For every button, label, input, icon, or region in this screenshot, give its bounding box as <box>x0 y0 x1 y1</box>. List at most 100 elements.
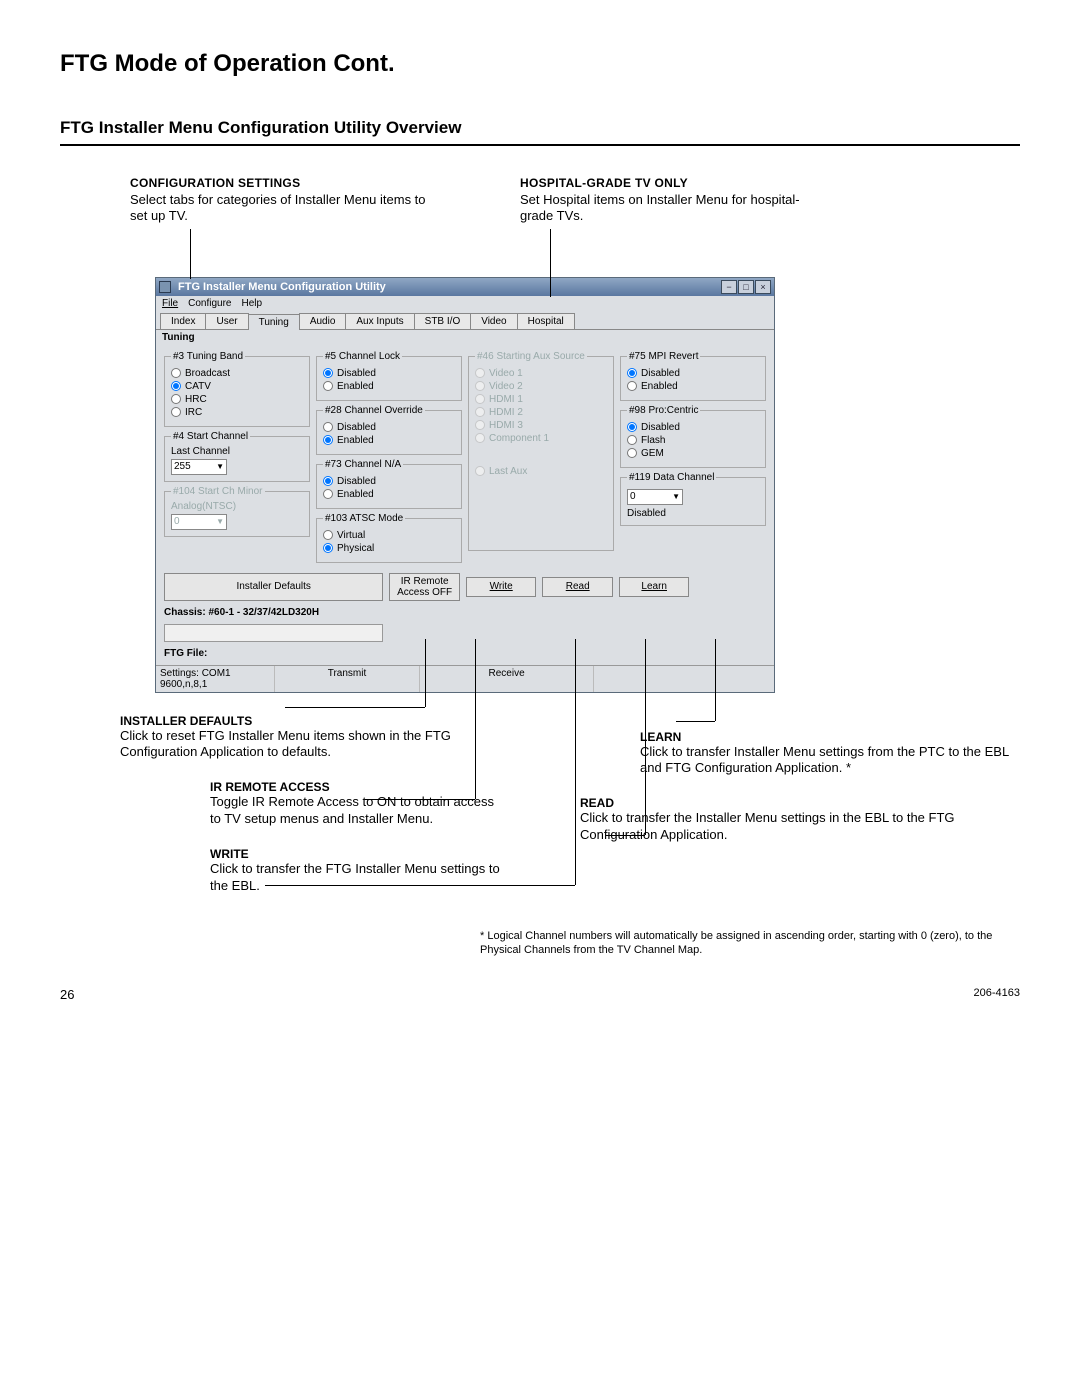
callout-learn-title: LEARN <box>640 730 681 744</box>
group-start-aux-src: #46 Starting Aux Source Video 1 Video 2 … <box>468 351 614 551</box>
radio-chlock-disabled[interactable]: Disabled <box>323 368 455 379</box>
radio-mpi-disabled[interactable]: Disabled <box>627 368 759 379</box>
callout-learn-body: Click to transfer Installer Menu setting… <box>640 744 1020 778</box>
leader-line <box>365 799 475 800</box>
leader-line <box>575 639 576 885</box>
menu-file[interactable]: File <box>162 298 178 309</box>
radio-atsc-physical[interactable]: Physical <box>323 543 455 554</box>
start-ch-minor-dropdown: 0▼ <box>171 514 227 530</box>
read-button[interactable]: Read <box>542 577 613 597</box>
installer-defaults-button[interactable]: Installer Defaults <box>164 573 383 601</box>
page-title: FTG Mode of Operation Cont. <box>60 50 1020 78</box>
chevron-down-icon: ▼ <box>672 492 680 501</box>
legend-procentric: #98 Pro:Centric <box>627 405 700 416</box>
tab-index[interactable]: Index <box>160 313 206 329</box>
legend-mpi-revert: #75 MPI Revert <box>627 351 700 362</box>
start-channel-label: Last Channel <box>171 446 303 457</box>
radio-irc[interactable]: IRC <box>171 407 303 418</box>
radio-pc-disabled[interactable]: Disabled <box>627 422 759 433</box>
legend-data-channel: #119 Data Channel <box>627 472 716 483</box>
tab-video[interactable]: Video <box>470 313 517 329</box>
app-window: FTG Installer Menu Configuration Utility… <box>155 277 775 693</box>
callout-config-body: Select tabs for categories of Installer … <box>130 192 430 225</box>
menu-help[interactable]: Help <box>241 298 262 309</box>
legend-channel-override: #28 Channel Override <box>323 405 425 416</box>
radio-chovr-enabled[interactable]: Enabled <box>323 435 455 446</box>
radio-pc-flash[interactable]: Flash <box>627 435 759 446</box>
tab-aux-inputs[interactable]: Aux Inputs <box>345 313 414 329</box>
radio-hrc[interactable]: HRC <box>171 394 303 405</box>
callout-write-title: WRITE <box>210 847 249 861</box>
tab-hospital[interactable]: Hospital <box>517 313 575 329</box>
doc-number: 206-4163 <box>974 987 1021 1002</box>
leader-line <box>715 639 716 721</box>
leader-line <box>645 639 646 835</box>
leader-line <box>475 639 476 799</box>
radio-chna-enabled[interactable]: Enabled <box>323 489 455 500</box>
active-tab-title: Tuning <box>156 330 774 345</box>
callout-hospital-title: HOSPITAL-GRADE TV ONLY <box>520 176 820 190</box>
legend-channel-lock: #5 Channel Lock <box>323 351 402 362</box>
radio-broadcast[interactable]: Broadcast <box>171 368 303 379</box>
group-channel-na: #73 Channel N/A Disabled Enabled <box>316 459 462 509</box>
callout-installer-defaults-title: INSTALLER DEFAULTS <box>120 714 252 728</box>
section-title: FTG Installer Menu Configuration Utility… <box>60 118 1020 146</box>
radio-chna-disabled[interactable]: Disabled <box>323 476 455 487</box>
learn-button[interactable]: Learn <box>619 577 690 597</box>
ir-remote-access-button[interactable]: IR Remote Access OFF <box>389 573 460 601</box>
radio-pc-gem[interactable]: GEM <box>627 448 759 459</box>
leader-line <box>265 885 575 886</box>
leader-line <box>425 639 426 707</box>
chassis-line: Chassis: #60-1 - 32/37/42LD320H <box>164 607 383 618</box>
menubar: File Configure Help <box>156 296 774 311</box>
leader-line <box>676 721 715 722</box>
radio-aux-lastaux: Last Aux <box>475 466 607 477</box>
chevron-down-icon: ▼ <box>216 517 224 526</box>
group-atsc-mode: #103 ATSC Mode Virtual Physical <box>316 513 462 563</box>
window-title: FTG Installer Menu Configuration Utility <box>175 281 386 293</box>
data-channel-dropdown[interactable]: 0▼ <box>627 489 683 505</box>
tab-stb-io[interactable]: STB I/O <box>414 313 472 329</box>
radio-chovr-disabled[interactable]: Disabled <box>323 422 455 433</box>
tab-audio[interactable]: Audio <box>299 313 347 329</box>
callout-read-title: READ <box>580 796 614 810</box>
legend-start-ch-minor: #104 Start Ch Minor <box>171 486 265 497</box>
group-start-ch-minor: #104 Start Ch Minor Analog(NTSC) 0▼ <box>164 486 310 537</box>
footnote: * Logical Channel numbers will automatic… <box>480 929 1020 958</box>
callout-config-title: CONFIGURATION SETTINGS <box>130 176 430 190</box>
menu-configure[interactable]: Configure <box>188 298 231 309</box>
close-icon[interactable]: × <box>755 280 771 294</box>
page-number: 26 <box>60 987 74 1002</box>
comm-settings: Settings: COM1 9600,n,8,1 <box>156 666 275 692</box>
group-procentric: #98 Pro:Centric Disabled Flash GEM <box>620 405 766 468</box>
maximize-icon[interactable]: □ <box>738 280 754 294</box>
tab-tuning[interactable]: Tuning <box>248 314 300 330</box>
titlebar: FTG Installer Menu Configuration Utility… <box>156 278 774 296</box>
comm-status-row: Settings: COM1 9600,n,8,1 Transmit Recei… <box>156 665 774 692</box>
callout-write-body: Click to transfer the FTG Installer Menu… <box>210 861 500 895</box>
tab-user[interactable]: User <box>205 313 248 329</box>
minimize-icon[interactable]: − <box>721 280 737 294</box>
radio-atsc-virtual[interactable]: Virtual <box>323 530 455 541</box>
legend-channel-na: #73 Channel N/A <box>323 459 403 470</box>
callout-installer-defaults-body: Click to reset FTG Installer Menu items … <box>120 728 500 762</box>
group-data-channel: #119 Data Channel 0▼ Disabled <box>620 472 766 526</box>
leader-line <box>285 707 425 708</box>
comm-receive: Receive <box>420 666 593 692</box>
app-icon <box>159 281 171 293</box>
radio-chlock-enabled[interactable]: Enabled <box>323 381 455 392</box>
radio-mpi-enabled[interactable]: Enabled <box>627 381 759 392</box>
data-channel-status: Disabled <box>627 508 759 519</box>
group-mpi-revert: #75 MPI Revert Disabled Enabled <box>620 351 766 401</box>
radio-aux-video1: Video 1 <box>475 368 607 379</box>
group-tuning-band: #3 Tuning Band Broadcast CATV HRC IRC <box>164 351 310 427</box>
ftg-file-line: FTG File: <box>164 648 766 659</box>
radio-aux-component1: Component 1 <box>475 433 607 444</box>
comm-transmit: Transmit <box>275 666 421 692</box>
write-button[interactable]: Write <box>466 577 537 597</box>
radio-aux-hdmi2: HDMI 2 <box>475 407 607 418</box>
radio-catv[interactable]: CATV <box>171 381 303 392</box>
progress-bar <box>164 624 383 642</box>
leader-line <box>190 229 191 279</box>
start-channel-dropdown[interactable]: 255▼ <box>171 459 227 475</box>
